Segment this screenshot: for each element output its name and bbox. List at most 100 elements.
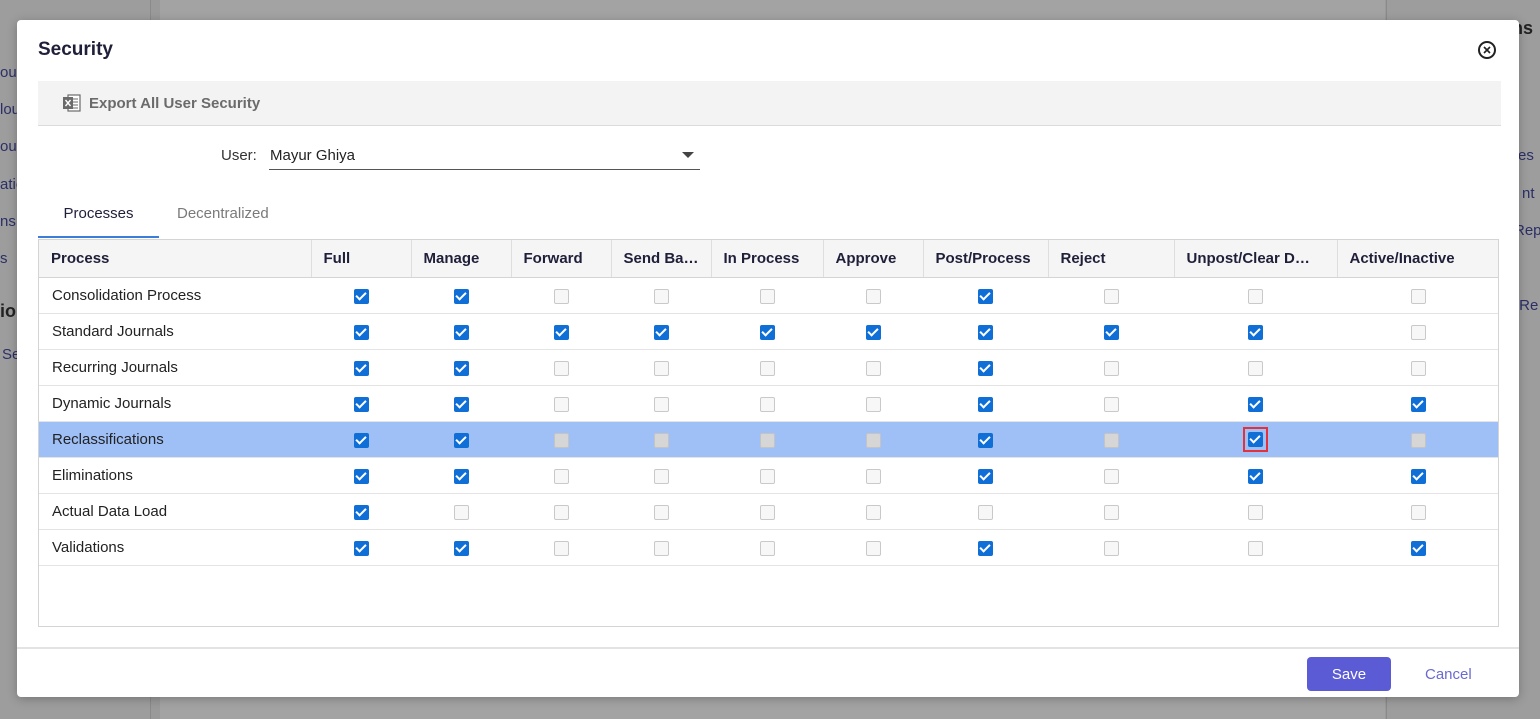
checkbox-manage[interactable] [453,324,469,340]
column-header-post-process[interactable]: Post/Process [923,240,1049,278]
checkbox-approve[interactable] [865,396,881,412]
checkbox-active-inactive[interactable] [1411,396,1426,412]
checkbox-in-process[interactable] [759,288,775,304]
checkbox-reject[interactable] [1103,288,1119,304]
column-header-full[interactable]: Full [311,240,412,278]
checkbox-manage[interactable] [453,540,469,556]
column-header-reject[interactable]: Reject [1048,240,1175,278]
checkbox-manage[interactable] [453,432,469,448]
checkbox-full[interactable] [353,324,369,340]
column-header-approve[interactable]: Approve [823,240,924,278]
checkbox-forward[interactable] [553,324,569,340]
checkbox-full[interactable] [353,288,369,304]
table-row[interactable]: Dynamic Journals [39,385,1498,422]
checkbox-unpost-clear[interactable] [1248,468,1263,484]
checkbox-full[interactable] [353,432,369,448]
checkbox-full[interactable] [353,540,369,556]
checkbox-manage[interactable] [453,504,469,520]
checkbox-reject[interactable] [1103,432,1119,448]
checkbox-active-inactive[interactable] [1411,504,1426,520]
checkbox-unpost-clear[interactable] [1248,504,1263,520]
checkbox-full[interactable] [353,396,369,412]
checkbox-full[interactable] [353,468,369,484]
checkbox-unpost-clear[interactable] [1248,540,1263,556]
checkbox-send-back[interactable] [653,432,669,448]
table-row[interactable]: Validations [39,529,1498,566]
checkbox-forward[interactable] [553,360,569,376]
checkbox-send-back[interactable] [653,504,669,520]
checkbox-unpost-clear[interactable] [1248,396,1263,412]
checkbox-unpost-clear[interactable] [1248,288,1263,304]
checkbox-reject[interactable] [1103,324,1119,340]
checkbox-active-inactive[interactable] [1411,360,1426,376]
checkbox-approve[interactable] [865,468,881,484]
user-dropdown[interactable]: Mayur Ghiya [269,141,700,170]
save-button[interactable]: Save [1307,657,1391,691]
export-all-user-security-button[interactable]: Export All User Security [62,93,260,113]
checkbox-post-process[interactable] [978,468,993,484]
checkbox-forward[interactable] [553,504,569,520]
checkbox-post-process[interactable] [978,504,993,520]
checkbox-send-back[interactable] [653,288,669,304]
checkbox-send-back[interactable] [653,324,669,340]
checkbox-manage[interactable] [453,396,469,412]
table-row[interactable]: Recurring Journals [39,349,1498,386]
checkbox-full[interactable] [353,504,369,520]
close-icon[interactable] [1478,41,1496,59]
checkbox-active-inactive[interactable] [1411,324,1426,340]
checkbox-reject[interactable] [1103,360,1119,376]
chevron-down-icon[interactable] [682,152,694,158]
checkbox-approve[interactable] [865,324,881,340]
checkbox-active-inactive[interactable] [1411,468,1426,484]
checkbox-manage[interactable] [453,288,469,304]
checkbox-send-back[interactable] [653,468,669,484]
table-row[interactable]: Eliminations [39,457,1498,494]
checkbox-approve[interactable] [865,360,881,376]
column-header-forward[interactable]: Forward [511,240,612,278]
checkbox-post-process[interactable] [978,432,993,448]
column-header-manage[interactable]: Manage [411,240,512,278]
column-header-in-process[interactable]: In Process [711,240,824,278]
checkbox-in-process[interactable] [759,432,775,448]
checkbox-forward[interactable] [553,540,569,556]
checkbox-send-back[interactable] [653,360,669,376]
checkbox-forward[interactable] [553,288,569,304]
checkbox-approve[interactable] [865,504,881,520]
checkbox-unpost-clear[interactable] [1248,360,1263,376]
checkbox-approve[interactable] [865,432,881,448]
checkbox-in-process[interactable] [759,324,775,340]
checkbox-reject[interactable] [1103,504,1119,520]
checkbox-active-inactive[interactable] [1411,540,1426,556]
checkbox-unpost-clear[interactable] [1248,432,1263,447]
checkbox-in-process[interactable] [759,504,775,520]
checkbox-forward[interactable] [553,396,569,412]
checkbox-manage[interactable] [453,360,469,376]
column-header-process[interactable]: Process [39,240,312,278]
checkbox-post-process[interactable] [978,540,993,556]
checkbox-post-process[interactable] [978,288,993,304]
tab-decentralized[interactable]: Decentralized [159,196,287,238]
tab-processes[interactable]: Processes [38,196,159,238]
table-row[interactable]: Reclassifications [39,421,1498,458]
checkbox-in-process[interactable] [759,396,775,412]
checkbox-post-process[interactable] [978,360,993,376]
checkbox-forward[interactable] [553,432,569,448]
cancel-button[interactable]: Cancel [1425,666,1472,683]
checkbox-in-process[interactable] [759,540,775,556]
checkbox-manage[interactable] [453,468,469,484]
checkbox-active-inactive[interactable] [1411,432,1426,448]
checkbox-reject[interactable] [1103,396,1119,412]
checkbox-approve[interactable] [865,288,881,304]
checkbox-send-back[interactable] [653,396,669,412]
checkbox-reject[interactable] [1103,468,1119,484]
column-header-unpost-clear[interactable]: Unpost/Clear D… [1174,240,1338,278]
checkbox-reject[interactable] [1103,540,1119,556]
checkbox-full[interactable] [353,360,369,376]
checkbox-post-process[interactable] [978,324,993,340]
checkbox-in-process[interactable] [759,360,775,376]
table-row[interactable]: Actual Data Load [39,493,1498,530]
checkbox-approve[interactable] [865,540,881,556]
checkbox-in-process[interactable] [759,468,775,484]
checkbox-unpost-clear[interactable] [1248,324,1263,340]
table-row[interactable]: Consolidation Process [39,277,1498,314]
